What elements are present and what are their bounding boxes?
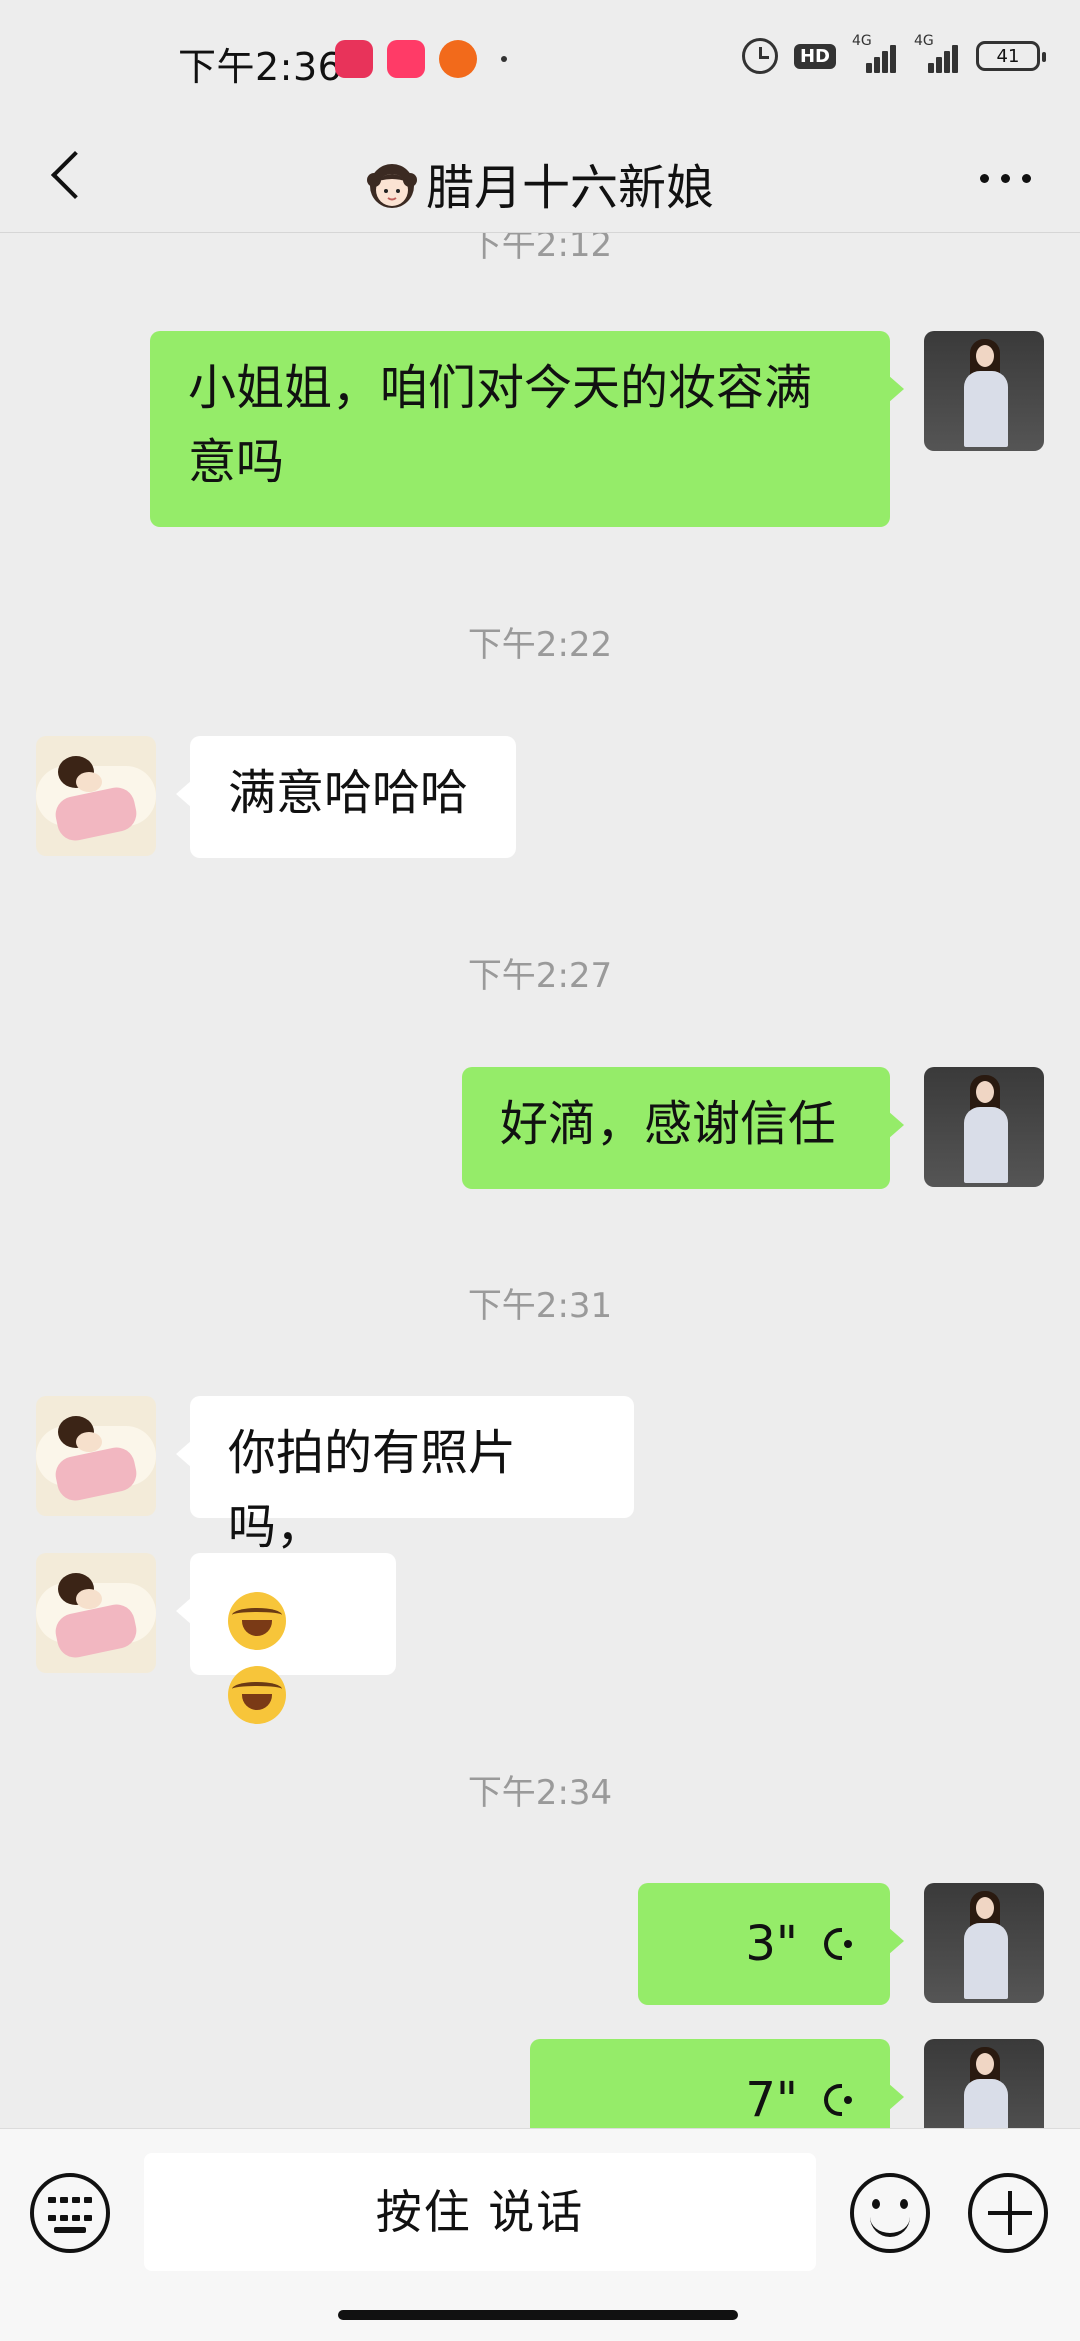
timestamp: 下午2:12: [467, 233, 613, 265]
more-options-button[interactable]: [970, 158, 1040, 198]
timestamp: 下午2:22: [467, 625, 613, 665]
hd-voice-badge: HD: [793, 43, 836, 69]
my-avatar[interactable]: [924, 331, 1044, 451]
my-avatar[interactable]: [924, 1883, 1044, 2003]
sent-voice-message[interactable]: 3": [638, 1883, 904, 2005]
keyboard-toggle-button[interactable]: [30, 2173, 110, 2253]
tears-of-joy-emoji-icon: [228, 1592, 286, 1650]
dot-icon: [1021, 173, 1031, 183]
home-indicator[interactable]: [338, 2310, 738, 2320]
contact-avatar[interactable]: [36, 1396, 156, 1516]
chat-title-text: 腊月十六新娘: [425, 160, 714, 216]
sent-voice-message[interactable]: 7": [530, 2039, 904, 2128]
signal-icon-2: 4G: [914, 33, 960, 73]
battery-icon: 41: [976, 41, 1046, 71]
chat-header: 腊月十六新娘: [0, 120, 1080, 233]
received-message-bubble[interactable]: 满意哈哈哈: [176, 736, 516, 858]
status-right-cluster: HD 4G 4G 41: [741, 33, 1046, 74]
chat-title: 腊月十六新娘: [0, 148, 1080, 218]
my-avatar[interactable]: [924, 1067, 1044, 1187]
status-app-icons: [335, 40, 507, 78]
timestamp: 下午2:27: [467, 956, 613, 996]
taobao-app-icon: [335, 40, 373, 78]
more-functions-plus-button[interactable]: [968, 2173, 1048, 2253]
sent-message-bubble[interactable]: 小姐姐，咱们对今天的妆容满意吗: [150, 331, 904, 527]
voice-wave-icon: [812, 1924, 852, 1964]
message-list[interactable]: 下午2:12 小姐姐，咱们对今天的妆容满意吗 下午2:22 满意哈哈哈 下午2:…: [0, 233, 1080, 2128]
dot-icon: [979, 173, 989, 183]
voice-duration: 7": [745, 2072, 798, 2128]
shopping-app-icon: [439, 40, 477, 78]
voice-duration: 3": [745, 1916, 798, 1972]
alarm-icon: [741, 38, 778, 74]
signal-icon-1: 4G: [852, 33, 898, 73]
status-bar: 下午2:36 HD 4G 4G 41: [0, 0, 1080, 120]
received-emoji-bubble[interactable]: [176, 1553, 396, 1724]
voice-wave-icon: [812, 2080, 852, 2120]
contact-avatar[interactable]: [36, 1553, 156, 1673]
my-avatar[interactable]: [924, 2039, 1044, 2128]
emoji-button[interactable]: [850, 2173, 930, 2253]
timestamp: 下午2:34: [467, 1773, 613, 1813]
video-app-icon: [387, 40, 425, 78]
contact-avatar[interactable]: [36, 736, 156, 856]
dot-icon: [1000, 173, 1010, 183]
tears-of-joy-emoji-icon: [228, 1666, 286, 1724]
sent-message-bubble[interactable]: 好滴，感谢信任: [462, 1067, 904, 1189]
status-time: 下午2:36: [178, 45, 343, 89]
timestamp: 下午2:31: [467, 1286, 613, 1326]
hold-to-talk-button[interactable]: 按住 说话: [144, 2153, 816, 2271]
battery-level: 41: [996, 45, 1020, 67]
received-message-bubble[interactable]: 你拍的有照片吗，: [176, 1396, 634, 1555]
more-notifications-dot-icon: [501, 56, 507, 62]
girl-emoji-icon: [366, 164, 417, 208]
keyboard-icon: [48, 2197, 92, 2229]
